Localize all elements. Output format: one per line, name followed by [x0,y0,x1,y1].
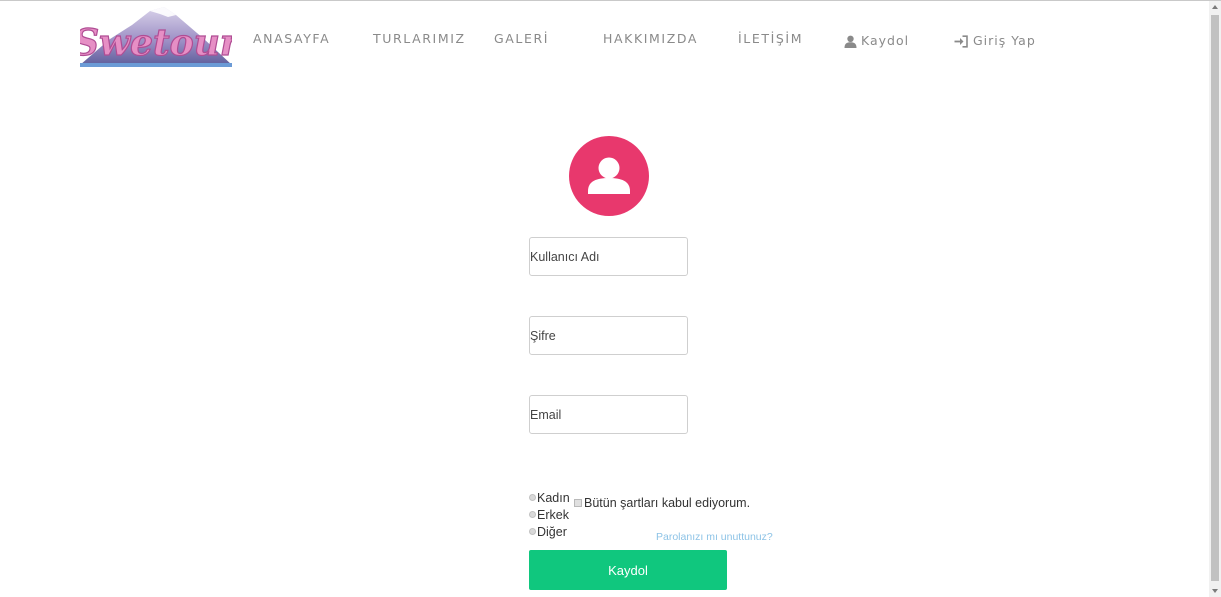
scroll-up-icon[interactable] [1212,5,1218,9]
radio-button[interactable] [529,511,536,518]
email-input[interactable] [529,395,688,434]
nav-item-iletisim[interactable]: İLETİŞİM [738,31,803,47]
scroll-down-icon[interactable] [1212,589,1218,593]
radio-button[interactable] [529,494,536,501]
logo-text: Swetour [80,22,232,64]
nav-item-hakkimizda[interactable]: HAKKIMIZDA [603,31,698,47]
vertical-scrollbar[interactable] [1209,1,1221,597]
nav-item-galeri[interactable]: GALERİ [494,31,549,47]
forgot-password-link[interactable]: Parolanızı mı unuttunuz? [656,531,773,543]
radio-label: Diğer [537,524,567,539]
nav-item-turlarimiz[interactable]: TURLARIMIZ [373,31,466,47]
radio-button[interactable] [529,528,536,535]
avatar-person-icon [588,157,630,194]
register-submit-button[interactable]: Kaydol [529,550,727,590]
gender-option-diger[interactable]: Diğer [529,523,589,540]
register-link[interactable]: Kaydol [844,33,909,49]
password-input[interactable] [529,316,688,355]
login-label: Giriş Yap [973,33,1036,48]
register-label: Kaydol [861,33,910,48]
login-link[interactable]: Giriş Yap [954,33,1036,49]
swetour-logo[interactable]: Swetour [80,5,232,67]
user-avatar-icon [569,136,649,216]
scroll-thumb[interactable] [1211,15,1219,581]
page: Swetour ANASAYFA TURLARIMIZ GALERİ HAKKI… [0,0,1221,597]
user-icon [844,35,857,48]
radio-label: Kadın [537,490,570,505]
radio-label: Erkek [537,507,569,522]
terms-checkbox[interactable] [574,499,582,507]
nav-item-anasayfa[interactable]: ANASAYFA [253,31,330,47]
sign-in-icon [954,34,968,48]
username-input[interactable] [529,237,688,276]
terms-checkbox-row[interactable]: Bütün şartları kabul ediyorum. [574,496,750,510]
terms-label: Bütün şartları kabul ediyorum. [584,496,751,510]
